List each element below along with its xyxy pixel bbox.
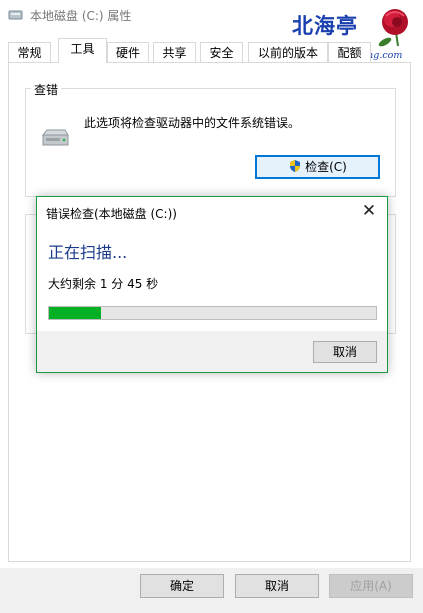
time-remaining: 大约剩余 1 分 45 秒 — [48, 277, 159, 291]
tab-tools[interactable]: 工具 — [58, 38, 107, 63]
error-check-description: 此选项将检查驱动器中的文件系统错误。 — [84, 116, 301, 130]
ok-button[interactable]: 确定 — [140, 574, 224, 598]
shield-icon — [290, 160, 301, 172]
error-check-group — [25, 88, 396, 197]
progress-fill — [49, 307, 102, 319]
tab-hardware[interactable]: 硬件 — [107, 42, 149, 62]
footer-bar: 确定 取消 应用(A) — [0, 568, 423, 613]
tab-security[interactable]: 安全 — [200, 42, 243, 62]
watermark-brand: 北海亭 — [292, 13, 358, 38]
dialog-title: 错误检查(本地磁盘 (C:)) — [46, 207, 177, 221]
error-check-dialog: 错误检查(本地磁盘 (C:)) ✕ 正在扫描... 大约剩余 1 分 45 秒 … — [36, 196, 388, 373]
scan-status: 正在扫描... — [48, 243, 128, 262]
tab-previous-versions[interactable]: 以前的版本 — [248, 42, 328, 62]
check-button[interactable]: 检查(C) — [255, 155, 380, 179]
close-icon[interactable]: ✕ — [359, 201, 379, 221]
tab-general[interactable]: 常规 — [8, 42, 51, 62]
dialog-cancel-button[interactable]: 取消 — [313, 341, 377, 363]
tab-sharing[interactable]: 共享 — [153, 42, 196, 62]
dialog-footer: 取消 — [37, 331, 387, 372]
check-button-label: 检查(C) — [305, 160, 347, 174]
hard-drive-icon — [41, 129, 69, 146]
apply-button[interactable]: 应用(A) — [329, 574, 413, 598]
drive-icon — [8, 10, 23, 20]
scan-progress-bar — [48, 306, 377, 320]
rose-icon — [378, 9, 408, 47]
cancel-button[interactable]: 取消 — [235, 574, 319, 598]
window-title: 本地磁盘 (C:) 属性 — [30, 9, 132, 23]
tab-quota[interactable]: 配额 — [328, 42, 371, 62]
error-check-label: 查错 — [31, 81, 62, 98]
